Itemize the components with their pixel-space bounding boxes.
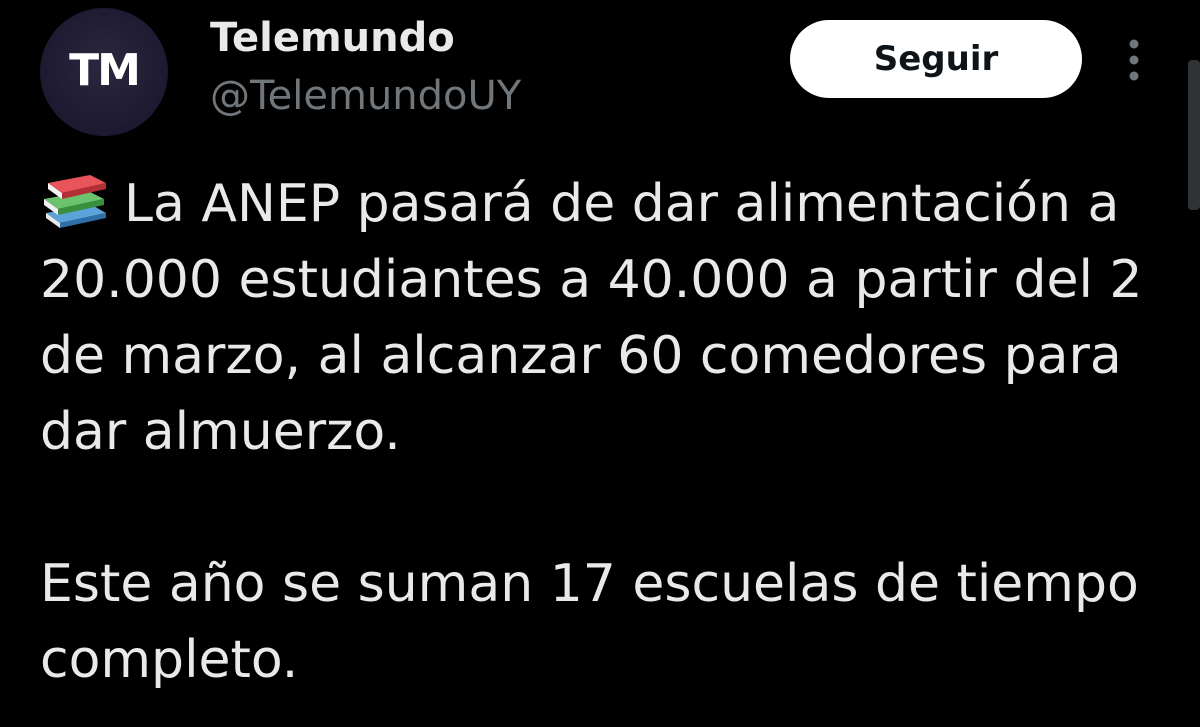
more-options-button[interactable] [1116, 34, 1152, 86]
tweet-paragraph-1-text: La ANEP pasará de dar alimentación a 20.… [40, 174, 1143, 462]
follow-button[interactable]: Seguir [790, 20, 1082, 98]
telemundo-logo: TM [69, 44, 141, 96]
books-emoji-icon [44, 175, 106, 228]
more-vertical-icon [1129, 39, 1139, 81]
user-handle[interactable]: @TelemundoUY [210, 70, 521, 122]
tweet-paragraph-2: Este año se suman 17 escuelas de tiempo … [40, 554, 1139, 690]
tweet-paragraph-1: La ANEP pasará de dar alimentación a 20.… [40, 166, 1180, 470]
avatar[interactable]: TM [40, 8, 168, 136]
display-name[interactable]: Telemundo [210, 12, 455, 64]
scrollbar[interactable] [1188, 60, 1200, 210]
tweet-text: La ANEP pasará de dar alimentación a 20.… [40, 166, 1180, 698]
